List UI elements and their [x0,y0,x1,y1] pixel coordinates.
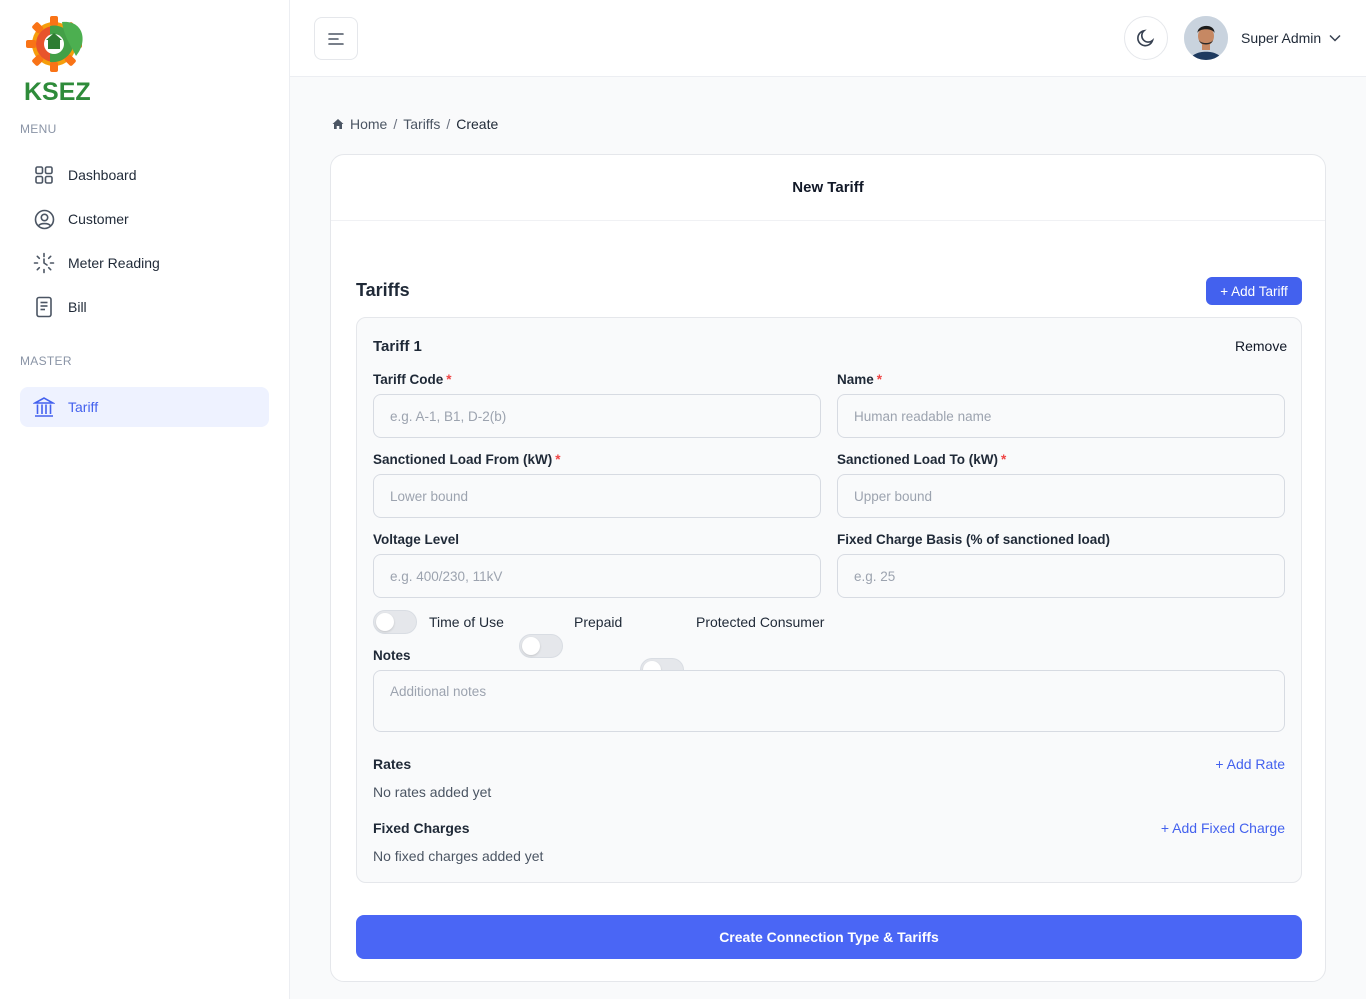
home-icon [332,119,344,129]
tariffs-heading: Tariffs [356,280,410,300]
tariff-code-label: Tariff Code * [373,372,452,387]
rates-empty-text: No rates added yet [373,784,492,800]
breadcrumb-separator: / [446,116,451,132]
breadcrumb: Home / Tariffs / Create [332,116,498,132]
sidebar-item-label: Meter Reading [68,255,160,271]
user-name-label: Super Admin [1241,30,1322,46]
notes-label: Notes [373,648,411,663]
notes-textarea[interactable] [373,670,1285,732]
new-tariff-card: New Tariff Tariffs + Add Tariff Tariff 1… [330,154,1326,982]
sidebar-item-label: Tariff [68,399,99,415]
sidebar-item-tariff[interactable]: Tariff [20,387,269,427]
sidebar-item-bill[interactable]: Bill [20,287,269,327]
page-title: New Tariff [331,155,1325,221]
sidebar-item-label: Dashboard [68,167,137,183]
tariff-title: Tariff 1 [373,338,422,355]
fixed-charges-title: Fixed Charges [373,820,470,836]
grid-icon [33,164,55,186]
fixed-charge-basis-input[interactable] [837,554,1285,598]
breadcrumb-home[interactable]: Home [350,116,387,132]
create-connection-type-button[interactable]: Create Connection Type & Tariffs [356,915,1302,959]
time-of-use-toggle[interactable] [373,610,417,634]
avatar[interactable] [1184,16,1228,60]
user-menu[interactable]: Super Admin [1241,30,1341,46]
name-input[interactable] [837,394,1285,438]
meter-icon [33,252,55,274]
time-of-use-label: Time of Use [429,614,504,630]
breadcrumb-current: Create [456,116,499,132]
sidebar: KSEZ MENU Dashboard Customer Meter Readi… [0,0,290,999]
remove-tariff-button[interactable]: Remove [1235,338,1287,354]
sidebar-item-label: Customer [68,211,129,227]
menu-toggle-button[interactable] [314,17,358,60]
prepaid-label: Prepaid [574,614,623,630]
prepaid-toggle[interactable] [519,634,563,658]
fixed-charge-basis-label: Fixed Charge Basis (% of sanctioned load… [837,532,1111,547]
load-from-label: Sanctioned Load From (kW) * [373,452,561,467]
load-to-label: Sanctioned Load To (kW) * [837,452,1007,467]
rates-title: Rates [373,756,412,772]
tariff-panel: Tariff 1 Remove Tariff Code* Name* Sanct… [356,317,1302,883]
sidebar-item-meter-reading[interactable]: Meter Reading [20,243,269,283]
ksez-logo[interactable]: KSEZ [24,14,96,106]
bill-icon [33,296,55,318]
add-fixed-charge-link[interactable]: + Add Fixed Charge [1161,820,1285,836]
sidebar-item-dashboard[interactable]: Dashboard [20,155,269,195]
add-rate-link[interactable]: + Add Rate [1215,756,1285,772]
voltage-level-label: Voltage Level [373,532,460,547]
svg-text:KSEZ: KSEZ [24,78,91,104]
load-from-input[interactable] [373,474,821,518]
name-label: Name * [837,372,883,387]
moon-icon [1137,29,1155,47]
chevron-down-icon [1329,34,1341,42]
fixed-charges-empty-text: No fixed charges added yet [373,848,544,864]
breadcrumb-separator: / [393,116,398,132]
breadcrumb-tariffs[interactable]: Tariffs [403,116,440,132]
bank-icon [33,396,55,418]
master-section-label: MASTER [20,354,72,368]
load-to-input[interactable] [837,474,1285,518]
menu-section-label: MENU [20,122,57,136]
sidebar-item-label: Bill [68,299,87,315]
top-header: Super Admin [290,0,1366,77]
tariff-code-input[interactable] [373,394,821,438]
voltage-level-input[interactable] [373,554,821,598]
sidebar-item-customer[interactable]: Customer [20,199,269,239]
protected-consumer-label: Protected Consumer [696,614,825,630]
add-tariff-button[interactable]: + Add Tariff [1206,277,1302,305]
hamburger-icon [328,32,344,45]
user-circle-icon [33,208,55,230]
theme-toggle-button[interactable] [1124,16,1168,60]
